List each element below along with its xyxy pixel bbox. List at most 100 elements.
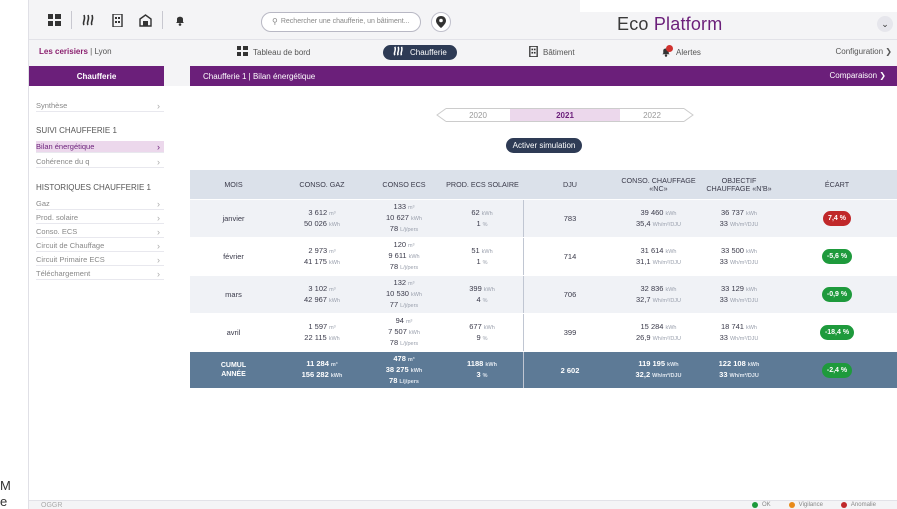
col-header-conso-gaz[interactable]: CONSO. GAZ bbox=[277, 170, 367, 199]
chevron-right-icon: › bbox=[157, 100, 160, 111]
heating-icon[interactable] bbox=[78, 10, 100, 30]
col-header-dju[interactable]: DJU bbox=[524, 170, 616, 199]
cell-prod-ecs-solaire: 399 kWh 4% bbox=[441, 276, 524, 313]
ecart-badge: 7,4 % bbox=[823, 211, 851, 226]
cell-dju: 2 602 bbox=[560, 365, 580, 375]
cell-conso-ecs: 94 m³ 7 507 kWh 78 L/j/pers bbox=[388, 316, 420, 347]
sidebar-item-conso-ecs[interactable]: Conso. ECS › bbox=[36, 226, 164, 238]
cell-objectif-chauffage: 33 129 kWh 33 Wh/m²/DJU bbox=[719, 283, 759, 304]
cell-prod-ecs-solaire: 62 kWh 1% bbox=[441, 200, 524, 237]
comparaison-button[interactable]: Comparaison ❯ bbox=[829, 71, 886, 80]
cell-conso-gaz: 3 612 m³ 50 026 kWh bbox=[304, 207, 340, 228]
cell-conso-gaz: 1 597 m³ 22 115 kWh bbox=[304, 321, 340, 342]
cell-conso-chauffage: 39 460 kWh 35,4 Wh/m²/DJU bbox=[635, 207, 682, 228]
cell-conso-gaz: 11 284 m³ 156 282 kWh bbox=[301, 359, 343, 379]
col-header-mois[interactable]: MOIS bbox=[190, 170, 277, 199]
sidebar-item-coherence[interactable]: Cohérence du q › bbox=[36, 156, 164, 168]
table-row: avril 1 597 m³ 22 115 kWh 94 m³ 7 507 kWh 78 L/j… bbox=[190, 314, 897, 351]
ecart-badge: -2,4 % bbox=[821, 362, 853, 378]
year-selector: 2020 2021 2022 bbox=[436, 108, 694, 122]
sidebar-item-bilan-energetique[interactable]: Bilan énergétique › bbox=[36, 141, 164, 153]
year-tab-2021[interactable]: 2021 bbox=[510, 108, 620, 122]
store-icon[interactable] bbox=[134, 10, 156, 30]
col-header-objectif-chauffage[interactable]: OBJECTIF CHAUFFAGE «N'B» bbox=[701, 170, 777, 199]
chevron-right-icon: › bbox=[157, 226, 160, 237]
cell-dju: 714 bbox=[563, 252, 577, 261]
cell-mois: avril bbox=[226, 328, 241, 337]
configuration-link[interactable]: Configuration ❯ bbox=[835, 47, 892, 56]
main-content: 2020 2021 2022 Activer simulation MOIS C… bbox=[164, 86, 897, 509]
window-tab-area bbox=[580, 0, 897, 12]
cell-dju: 706 bbox=[563, 290, 577, 299]
building-icon bbox=[529, 45, 538, 60]
status-dot-icon bbox=[840, 502, 847, 508]
year-next-arrow-icon[interactable] bbox=[684, 108, 694, 122]
page-title: Chaufferie 1 | Bilan énergétique bbox=[203, 71, 316, 81]
table-row: CUMUL ANNÉE 11 284 m³ 156 282 kWh 478 m³ 38 27… bbox=[190, 352, 897, 388]
sidebar-item-gaz[interactable]: Gaz › bbox=[36, 198, 164, 210]
status-bar: OGGR OK Vigilance Anomalie bbox=[29, 500, 897, 509]
nav-alertes[interactable]: Alertes bbox=[661, 44, 701, 60]
status-dot-icon bbox=[788, 502, 795, 508]
table-row: janvier 3 612 m³ 50 026 kWh 133 m³ 10 627 kWh 7… bbox=[190, 200, 897, 237]
cell-objectif-chauffage: 122 108 kWh 33 Wh/m²/DJU bbox=[718, 359, 760, 379]
eco-platform-app: ⚲ Rechercher une chaufferie, un bâtiment… bbox=[28, 0, 897, 509]
heating-icon bbox=[393, 46, 405, 59]
chevron-right-icon: › bbox=[157, 212, 160, 223]
cell-ecart: -0,9 % bbox=[777, 276, 897, 313]
cell-conso-ecs: 132 m³ 10 530 kWh 77 L/j/pers bbox=[386, 278, 422, 309]
year-tab-2020[interactable]: 2020 bbox=[446, 108, 510, 122]
location-pin-button[interactable] bbox=[431, 12, 451, 32]
year-tab-2022[interactable]: 2022 bbox=[620, 108, 684, 122]
table-body: janvier 3 612 m³ 50 026 kWh 133 m³ 10 627 kWh 7… bbox=[190, 200, 897, 388]
divider bbox=[71, 11, 72, 29]
cell-ecart: -18,4 % bbox=[777, 314, 897, 351]
cell-prod-ecs-solaire: 51 kWh 1% bbox=[441, 238, 524, 275]
cell-conso-gaz: 2 973 m³ 41 175 kWh bbox=[304, 245, 340, 266]
sidebar-item-synthese[interactable]: Synthèse › bbox=[36, 100, 164, 112]
chevron-right-icon: › bbox=[157, 240, 160, 251]
table-header: MOIS CONSO. GAZ CONSO ECS PROD. ECS SOLA… bbox=[190, 170, 897, 199]
divider bbox=[162, 11, 163, 29]
legend-item: Anomalie bbox=[840, 502, 876, 508]
account-menu-chevron-icon[interactable]: ⌄ bbox=[877, 16, 893, 32]
bell-alert-icon bbox=[661, 44, 673, 60]
nav-chaufferie[interactable]: Chaufferie bbox=[383, 45, 457, 60]
nav-batiment[interactable]: Bâtiment bbox=[529, 45, 575, 60]
sidebar-item-prod-solaire[interactable]: Prod. solaire › bbox=[36, 212, 164, 224]
search-input[interactable]: ⚲ Rechercher une chaufferie, un bâtiment… bbox=[261, 12, 421, 32]
cell-mois: CUMUL ANNÉE bbox=[220, 362, 247, 378]
sidebar-item-circuit-primaire-ecs[interactable]: Circuit Primaire ECS › bbox=[36, 254, 164, 266]
sidebar-item-circuit-chauffage[interactable]: Circuit de Chauffage › bbox=[36, 240, 164, 252]
activer-simulation-button[interactable]: Activer simulation bbox=[506, 138, 582, 153]
sidebar-item-telechargement[interactable]: Téléchargement › bbox=[36, 268, 164, 280]
screen: M e ⚲ Rechercher une chaufferie, un bâti… bbox=[0, 0, 897, 509]
chevron-right-icon: › bbox=[157, 198, 160, 209]
cell-ecart: -2,4 % bbox=[777, 352, 897, 388]
cell-conso-gaz: 3 102 m³ 42 967 kWh bbox=[304, 283, 340, 304]
ecart-badge: -0,9 % bbox=[821, 287, 853, 302]
dashboard-icon[interactable] bbox=[43, 10, 65, 30]
table-row: février 2 973 m³ 41 175 kWh 120 m³ 9 611 kWh 78… bbox=[190, 238, 897, 275]
dashboard-icon bbox=[237, 46, 248, 59]
bell-icon[interactable] bbox=[169, 10, 191, 30]
cell-mois: janvier bbox=[222, 214, 245, 223]
building-icon[interactable] bbox=[106, 10, 128, 30]
col-header-prod-ecs-solaire[interactable]: PROD. ECS SOLAIRE bbox=[441, 170, 524, 199]
chevron-right-icon: › bbox=[157, 268, 160, 279]
chevron-right-icon: › bbox=[157, 141, 160, 152]
sidebar-section-historiques: HISTORIQUES CHAUFFERIE 1 bbox=[36, 183, 151, 192]
site-selector[interactable]: Les cerisiers | Lyon bbox=[39, 47, 112, 56]
col-header-ecart[interactable]: ÉCART bbox=[777, 170, 897, 199]
footer-code: OGGR bbox=[41, 502, 63, 509]
year-prev-arrow-icon[interactable] bbox=[436, 108, 446, 122]
page-title-bar: Chaufferie 1 | Bilan énergétique Compara… bbox=[190, 66, 897, 86]
col-header-conso-chauffage[interactable]: CONSO. CHAUFFAGE «NC» bbox=[616, 170, 701, 199]
status-legend: OK Vigilance Anomalie bbox=[752, 502, 894, 508]
col-header-conso-ecs[interactable]: CONSO ECS bbox=[367, 170, 441, 199]
nav-tableau-de-bord[interactable]: Tableau de bord bbox=[237, 45, 310, 60]
fragment-text: M bbox=[0, 478, 11, 493]
cell-conso-chauffage: 15 284 kWh 26,9 Wh/m²/DJU bbox=[635, 321, 682, 342]
top-icons bbox=[43, 10, 197, 30]
energy-balance-table: MOIS CONSO. GAZ CONSO ECS PROD. ECS SOLA… bbox=[190, 170, 897, 388]
